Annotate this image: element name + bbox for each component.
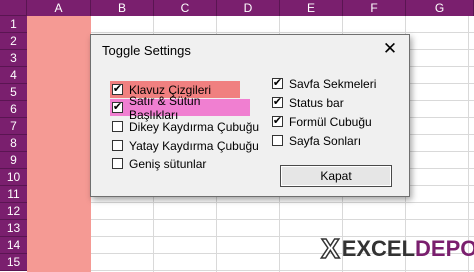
- checkbox-horizontal-scrollbar[interactable]: [112, 140, 123, 151]
- option-vertical-scrollbar-label: Dikey Kaydırma Çubuğu: [129, 119, 260, 134]
- column-header-e[interactable]: E: [280, 0, 343, 16]
- column-header-f[interactable]: F: [343, 0, 406, 16]
- row-header-10[interactable]: 10: [0, 169, 27, 186]
- option-page-breaks-label: Sayfa Sonları: [289, 133, 362, 148]
- checkbox-gridlines[interactable]: ✔: [112, 84, 123, 95]
- option-vertical-scrollbar[interactable]: Dikey Kaydırma Çubuğu: [112, 118, 259, 135]
- x-logo-icon: X: [320, 233, 340, 265]
- column-header-b[interactable]: B: [91, 0, 154, 16]
- checkbox-formula-bar[interactable]: ✔: [272, 116, 283, 127]
- column-header-d[interactable]: D: [217, 0, 280, 16]
- toggle-settings-dialog: Toggle Settings ✕ ✔ Klavuz Çizgileri ✔ S…: [90, 34, 410, 197]
- row-header-1[interactable]: 1: [0, 16, 27, 33]
- checkbox-wide-columns[interactable]: [112, 158, 123, 169]
- row-header-7[interactable]: 7: [0, 118, 27, 135]
- option-formula-bar-label: Formül Cubuğu: [289, 114, 372, 129]
- checkbox-sheet-tabs[interactable]: ✔: [272, 78, 283, 89]
- checkbox-vertical-scrollbar[interactable]: [112, 121, 123, 132]
- row-header-11[interactable]: 11: [0, 186, 27, 203]
- column-header-g[interactable]: G: [406, 0, 474, 16]
- column-a-cells[interactable]: [27, 16, 91, 272]
- option-horizontal-scrollbar[interactable]: Yatay Kaydırma Çubuğu: [112, 137, 259, 154]
- option-sheet-tabs[interactable]: ✔ Savfa Sekmeleri: [272, 75, 376, 92]
- close-icon[interactable]: ✕: [381, 40, 399, 58]
- column-header-c[interactable]: C: [154, 0, 217, 16]
- column-header-a[interactable]: A: [27, 0, 91, 16]
- row-header-9[interactable]: 9: [0, 152, 27, 169]
- option-formula-bar[interactable]: ✔ Formül Cubuğu: [272, 113, 372, 130]
- row-header-14[interactable]: 14: [0, 237, 27, 254]
- option-status-bar[interactable]: ✔ Status bar: [272, 94, 344, 111]
- select-all-corner[interactable]: [0, 0, 27, 16]
- option-sheet-tabs-label: Savfa Sekmeleri: [289, 76, 377, 91]
- kapat-button[interactable]: Kapat: [280, 165, 392, 187]
- row-header-8[interactable]: 8: [0, 135, 27, 152]
- option-wide-columns[interactable]: Geniş sütunlar: [112, 155, 206, 172]
- option-page-breaks[interactable]: Sayfa Sonları: [272, 132, 361, 149]
- option-status-bar-label: Status bar: [289, 95, 344, 110]
- dialog-title: Toggle Settings: [102, 43, 191, 58]
- checkbox-page-breaks[interactable]: [272, 135, 283, 146]
- option-headings[interactable]: ✔ Satır & Sütun Başlıkları: [110, 94, 250, 122]
- row-header-6[interactable]: 6: [0, 101, 27, 118]
- row-header-13[interactable]: 13: [0, 220, 27, 237]
- watermark-text-excel: EXCEL: [341, 236, 416, 261]
- option-wide-columns-label: Geniş sütunlar: [129, 156, 207, 171]
- row-header-15[interactable]: 15: [0, 254, 27, 271]
- watermark-text-depo: DEPO: [415, 236, 474, 261]
- checkbox-status-bar[interactable]: ✔: [272, 97, 283, 108]
- checkbox-headings[interactable]: ✔: [112, 102, 123, 113]
- row-header-4[interactable]: 4: [0, 67, 27, 84]
- row-header-3[interactable]: 3: [0, 50, 27, 67]
- row-header-2[interactable]: 2: [0, 33, 27, 50]
- row-header-12[interactable]: 12: [0, 203, 27, 220]
- row-header-5[interactable]: 5: [0, 84, 27, 101]
- option-horizontal-scrollbar-label: Yatay Kaydırma Çubuğu: [129, 138, 259, 153]
- excel-depo-watermark: X EXCEL DEPO: [320, 233, 474, 265]
